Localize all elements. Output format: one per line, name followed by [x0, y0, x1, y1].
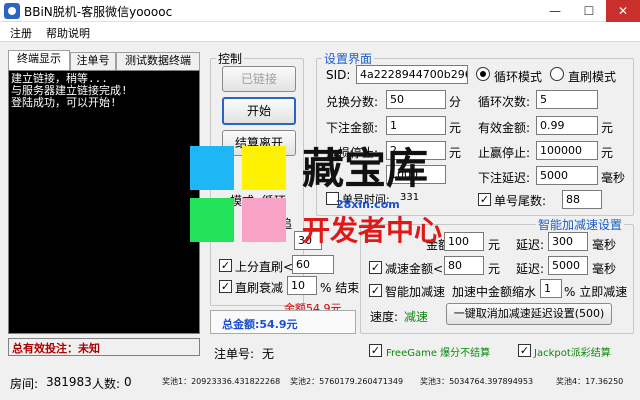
valid-amount-label: 有效金额: — [478, 121, 531, 135]
sid-label: SID: — [326, 68, 351, 82]
delay1-input[interactable]: 300 — [548, 232, 588, 251]
slow-unit: 元 — [488, 262, 501, 276]
tab-order-number[interactable]: 注单号 — [70, 52, 116, 70]
decay-suffix: % 结束 — [320, 281, 360, 295]
start-button[interactable]: 开始 — [222, 97, 296, 125]
order-number-value: 无 — [262, 347, 275, 361]
stopwin-unit: 元 — [601, 146, 614, 160]
decay-input[interactable]: 10 — [287, 276, 317, 295]
menu-bar: 注册 帮助说明 — [0, 22, 640, 42]
exchange-label: 兑换分数: — [326, 95, 379, 109]
watermark-url: 28xin.com — [336, 198, 400, 211]
room-value: 381983 — [46, 375, 92, 389]
bet-label: 下注金额: — [326, 121, 379, 135]
smart-accel-checkbox[interactable]: ✓ — [369, 284, 382, 297]
window-title: BBiN脱机-客服微信yooooc — [24, 5, 173, 19]
freegame-checkbox[interactable]: ✓ — [369, 344, 382, 357]
speed-value: 减速 — [404, 310, 429, 324]
delay1-label: 延迟: — [516, 238, 545, 252]
tail-label: 单号尾数: — [494, 194, 547, 208]
minimize-button[interactable]: — — [538, 0, 572, 22]
shrink-label: 加速中金额缩水 — [452, 285, 537, 299]
tab-terminal[interactable]: 终端显示 — [8, 50, 70, 70]
slow-label: 减速金额< — [385, 262, 444, 276]
direct-mode-radio[interactable] — [550, 67, 564, 81]
console-line: 登陆成功，可以开始! — [11, 96, 117, 109]
tail-checkbox[interactable]: ✓ — [478, 193, 491, 206]
loop-mode-label: 循环模式 — [494, 70, 543, 84]
close-button[interactable]: ✕ — [606, 0, 640, 22]
slow-checkbox[interactable]: ✓ — [369, 261, 382, 274]
exchange-input[interactable]: 50 — [386, 90, 446, 109]
bet-delay-label: 下注延迟: — [478, 171, 531, 185]
title-bar: BBiN脱机-客服微信yooooc — ☐ ✕ — [0, 0, 640, 22]
watermark-subtitle: 开发者中心 — [302, 214, 443, 247]
sid-input[interactable]: 4a2228944700b2961d — [356, 65, 468, 84]
stoploss-unit: 元 — [449, 146, 462, 160]
console-output: 建立链接，稍等... 与服务器建立链接完成! 登陆成功，可以开始! — [8, 70, 200, 334]
speed-up-unit: 元 — [488, 238, 501, 252]
maximize-button[interactable]: ☐ — [572, 0, 606, 22]
loop-mode-radio[interactable] — [476, 67, 490, 81]
delay1-unit: 毫秒 — [592, 238, 617, 252]
bet-delay-input[interactable]: 5000 — [536, 166, 598, 185]
cancel-accel-button[interactable]: 一键取消加减速延迟设置(500) — [446, 303, 612, 325]
tab-test-terminal[interactable]: 测试数据终端 — [116, 52, 200, 70]
watermark-square-blue — [190, 146, 234, 190]
jackpot-pool-2: 奖池2：5760179.260471349 — [290, 377, 404, 386]
people-value: 0 — [124, 375, 132, 389]
direct-mode-label: 直刷模式 — [568, 70, 617, 84]
jackpot-pool-1: 奖池1：20923336.431822268 — [162, 377, 281, 386]
freegame-label: FreeGame 爆分不结算 — [386, 348, 491, 359]
total-effective-bet: 总有效投注：未知 — [8, 338, 200, 356]
order-number-label: 注单号: — [214, 347, 255, 361]
upshift-input[interactable]: 60 — [292, 255, 334, 274]
jackpot-pool-3: 奖池3：5034764.397894953 — [420, 377, 534, 386]
bet-delay-unit: 毫秒 — [601, 171, 626, 185]
delay2-label: 延迟: — [516, 262, 545, 276]
watermark-title: 藏宝库 — [302, 144, 429, 193]
room-label: 房间: — [10, 377, 39, 391]
valid-amount-input[interactable]: 0.99 — [536, 116, 598, 135]
shrink-input[interactable]: 1 — [540, 279, 562, 298]
valid-amount-unit: 元 — [601, 121, 614, 135]
smart-accel-label: 智能加减速 — [385, 285, 446, 299]
loop-count-input[interactable]: 5 — [536, 90, 598, 109]
jackpot-checkbox[interactable]: ✓ — [518, 344, 531, 357]
upshift-checkbox[interactable]: ✓ — [219, 259, 232, 272]
delay2-unit: 毫秒 — [592, 262, 617, 276]
tail-input[interactable]: 88 — [562, 190, 602, 209]
linked-button[interactable]: 已链接 — [222, 66, 296, 92]
decay-label: 直刷衰减 — [235, 281, 284, 295]
watermark-square-yellow — [242, 146, 286, 190]
stopwin-label: 止赢停止: — [478, 146, 531, 160]
people-label: 人数: — [92, 377, 121, 391]
app-icon — [4, 3, 20, 19]
total-balance: 总金额:54.9元 — [222, 318, 298, 331]
decay-checkbox[interactable]: ✓ — [219, 280, 232, 293]
watermark-square-green — [190, 198, 234, 242]
stopwin-input[interactable]: 100000 — [536, 141, 598, 160]
accel-title: 智能加减速设置 — [536, 216, 625, 233]
delay2-input[interactable]: 5000 — [548, 256, 588, 275]
menu-register[interactable]: 注册 — [10, 25, 32, 41]
upshift-label: 上分直刷< — [235, 260, 294, 274]
slow-input[interactable]: 80 — [444, 256, 484, 275]
menu-help[interactable]: 帮助说明 — [46, 25, 90, 41]
bet-unit: 元 — [449, 121, 462, 135]
exchange-unit: 分 — [449, 95, 462, 109]
control-title: 控制 — [216, 50, 245, 67]
loop-count-label: 循环次数: — [478, 95, 531, 109]
watermark-square-pink — [242, 198, 286, 242]
jackpot-label: Jackpot派彩结算 — [534, 348, 611, 359]
shrink-suffix: % 立即减速 — [564, 285, 628, 299]
speed-label: 速度: — [370, 310, 399, 324]
jackpot-pool-4: 奖池4：17.36250 — [556, 377, 624, 386]
speed-up-input[interactable]: 100 — [444, 232, 484, 251]
bet-input[interactable]: 1 — [386, 116, 446, 135]
